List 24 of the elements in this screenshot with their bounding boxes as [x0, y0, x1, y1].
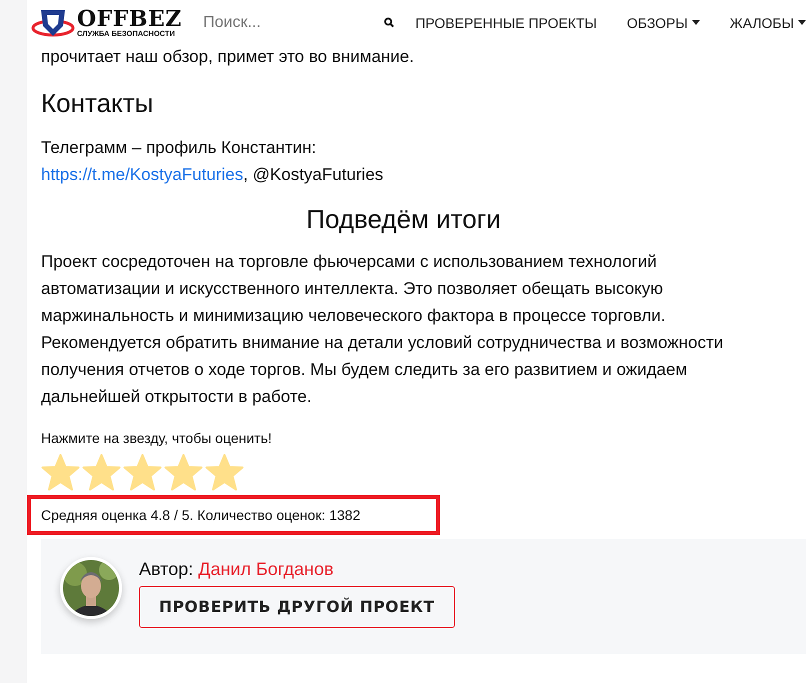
telegram-link[interactable]: https://t.me/KostyaFuturies [41, 165, 244, 184]
paragraph: прочитает наш обзор, примет это во внимание. [41, 46, 415, 68]
author-line: Автор: Данил Богданов [139, 559, 335, 580]
star-icon[interactable] [82, 454, 121, 491]
star-icon[interactable] [205, 454, 244, 491]
contact-text: Телеграмм – профиль Константин: [41, 137, 318, 159]
nav-link[interactable]: ЖАЛОБЫ [730, 14, 806, 30]
search-field[interactable]: Поиск... [201, 12, 376, 32]
star-icon[interactable] [123, 454, 162, 491]
rating-summary: Средняя оценка 4.8 / 5. Количество оценок: 1382 [27, 495, 440, 535]
search-icon[interactable] [384, 17, 394, 28]
section-heading: Контакты [41, 87, 154, 120]
rating-prompt: Нажмите на звезду, чтобы оценить! [41, 429, 273, 448]
caret-icon [798, 20, 806, 25]
logo-title[interactable]: OFFBEZ [77, 8, 182, 30]
nav-link[interactable]: ОБЗОРЫ [626, 14, 700, 30]
star-icon[interactable] [41, 454, 80, 491]
check-project-button[interactable]: ПРОВЕРИТЬ ДРУГОЙ ПРОЕКТ [139, 586, 455, 628]
caret-icon [692, 20, 700, 25]
telegram-handle: , @KostyaFuturies [243, 165, 384, 184]
nav-link[interactable]: ПРОВЕРЕННЫЕ ПРОЕКТЫ [415, 14, 597, 30]
section-heading: Подведём итоги [305, 203, 502, 236]
paragraph: Проект сосредоточен на торговле фьючерсами с использованием технологий автоматизации и искусственного интеллекта. Это позволяет обещать высокую маржинальность и минимизацию человеческого фактора в процессе торговли. Рекомендуется обратить внимание на детали условий сотрудничества и возможности получения отчетов о ходе торгов. Мы будем следить за его развитием и ожидаем дальнейшей открытости в работе. [41, 251, 724, 408]
star-icon[interactable] [164, 454, 203, 491]
